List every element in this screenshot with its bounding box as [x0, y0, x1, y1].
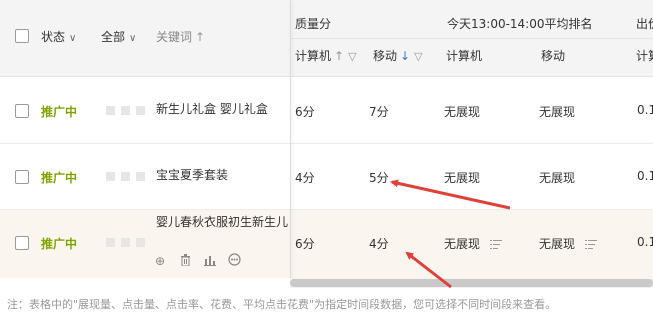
quality-mobile-value: 7分: [369, 105, 389, 119]
rank-computer-text: 无展现: [444, 237, 481, 251]
keyword-text: 宝宝夏季套装: [156, 168, 229, 182]
table-row: 推广中 婴儿春秋衣服初生新生儿 ⊕ 6分 4分 无展现 无展现 0.1: [0, 210, 653, 278]
table-header-right: 质量分 今天13:00-14:00平均排名 出价 计算机↑▽ 移动↓▽ 计算机 …: [290, 0, 653, 77]
all-filter-dropdown[interactable]: 全部 ∨: [101, 28, 136, 45]
bar-chart-icon[interactable]: [204, 254, 216, 269]
keyword-header-label: 关键词: [156, 30, 193, 44]
bid-computer-value[interactable]: 0.1: [637, 235, 653, 249]
bid-computer-value[interactable]: 0.1: [637, 103, 653, 117]
keyword-sort-header[interactable]: 关键词 ↑: [156, 28, 205, 45]
status-badge: 推广中: [41, 171, 78, 185]
quality-computer-value: 6分: [295, 237, 315, 251]
header-divider: [290, 38, 653, 39]
select-all-checkbox[interactable]: [15, 29, 29, 43]
rank-mobile-text: 无展现: [539, 237, 576, 251]
placeholder-icon: [106, 238, 115, 247]
row-checkbox[interactable]: [15, 170, 29, 184]
table-header-left: 状态 ∨ 全部 ∨ 关键词 ↑: [0, 0, 290, 77]
quality-mobile-value: 4分: [369, 237, 389, 251]
trash-icon[interactable]: [180, 254, 191, 269]
bid-computer-header: 计算: [636, 49, 653, 63]
quality-computer-value: 6分: [295, 105, 315, 119]
horizontal-scrollbar[interactable]: [290, 278, 653, 288]
quality-computer-value: 4分: [295, 171, 315, 185]
status-header-label: 状态: [41, 30, 66, 44]
quality-mobile-sort[interactable]: 移动 ↓ ▽: [373, 47, 423, 64]
rank-mobile-value: 无展现: [539, 235, 598, 252]
row-checkbox[interactable]: [15, 104, 29, 118]
placeholder-icon: [121, 172, 130, 181]
chevron-down-icon: ∨: [69, 33, 77, 44]
table-row: 推广中 新生儿礼盒 婴儿礼盒 6分 7分 无展现 无展现 0.1: [0, 77, 653, 144]
bid-group-header: 出价: [636, 17, 653, 31]
chevron-down-icon: ∨: [129, 33, 137, 44]
all-filter-label: 全部: [101, 30, 126, 44]
bid-computer-value[interactable]: 0.1: [637, 169, 653, 183]
target-icon[interactable]: ⊕: [155, 254, 165, 268]
rank-mobile-value: 无展现: [539, 105, 576, 119]
sort-asc-icon: ↑: [195, 30, 206, 44]
filter-funnel-icon[interactable]: ▽: [414, 50, 422, 63]
placeholder-icon: [136, 106, 145, 115]
filter-funnel-icon[interactable]: ▽: [348, 50, 356, 63]
status-filter[interactable]: 状态 ∨: [41, 28, 76, 45]
more-options-icon[interactable]: [228, 253, 241, 269]
status-badge: 推广中: [41, 237, 78, 251]
placeholder-icon: [136, 238, 145, 247]
keyword-text: 婴儿春秋衣服初生新生儿: [156, 215, 289, 229]
rank-computer-header: 计算机: [446, 49, 483, 63]
quality-score-group-header: 质量分: [295, 17, 332, 31]
rank-group-header: 今天13:00-14:00平均排名: [447, 17, 593, 31]
frozen-column-divider: [290, 0, 291, 278]
quality-computer-sort[interactable]: 计算机 ↑ ▽: [295, 47, 357, 64]
rank-detail-icon[interactable]: [490, 239, 503, 251]
rank-detail-icon[interactable]: [585, 239, 598, 251]
quality-mobile-value: 5分: [369, 171, 389, 185]
scrollbar-thumb[interactable]: [290, 279, 653, 287]
placeholder-icon: [121, 238, 130, 247]
placeholder-icon: [136, 172, 145, 181]
keyword-text: 新生儿礼盒 婴儿礼盒: [156, 102, 268, 116]
sort-desc-active-icon: ↓: [400, 49, 411, 63]
placeholder-icon: [121, 106, 130, 115]
row-checkbox[interactable]: [15, 236, 29, 250]
table-footnote: 注：表格中的"展现量、点击量、点击率、花费、平均点击花费"为指定时间段数据，您可…: [7, 298, 557, 311]
placeholder-icon: [106, 172, 115, 181]
keyword-table: 状态∨ 全部∨ 关键词↑ 质量分 今天13:00-14:00平均排名 出价 计算…: [0, 0, 653, 290]
table-row: 推广中 宝宝夏季套装 4分 5分 无展现 无展现 0.1: [0, 144, 653, 210]
placeholder-icon: [106, 106, 115, 115]
rank-computer-value: 无展现: [444, 171, 481, 185]
rank-mobile-value: 无展现: [539, 171, 576, 185]
quality-computer-label: 计算机: [295, 49, 332, 63]
quality-mobile-label: 移动: [373, 49, 398, 63]
status-badge: 推广中: [41, 105, 78, 119]
rank-mobile-header: 移动: [541, 49, 566, 63]
rank-computer-value: 无展现: [444, 235, 503, 252]
rank-computer-value: 无展现: [444, 105, 481, 119]
sort-asc-icon: ↑: [334, 49, 345, 63]
